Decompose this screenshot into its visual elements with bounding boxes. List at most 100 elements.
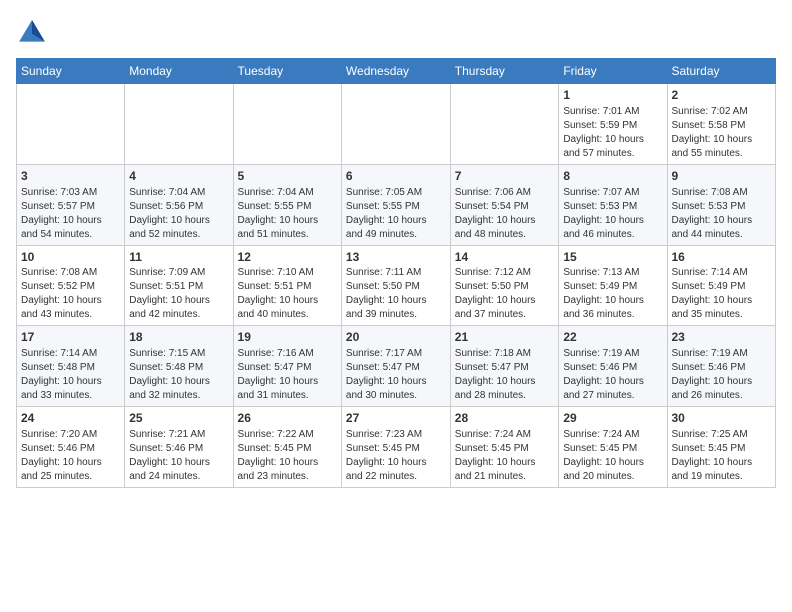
calendar-cell: 28Sunrise: 7:24 AM Sunset: 5:45 PM Dayli… (450, 407, 559, 488)
day-info: Sunrise: 7:07 AM Sunset: 5:53 PM Dayligh… (563, 186, 662, 242)
weekday-header-tuesday: Tuesday (233, 59, 341, 84)
calendar-week-4: 17Sunrise: 7:14 AM Sunset: 5:48 PM Dayli… (17, 326, 776, 407)
day-info: Sunrise: 7:13 AM Sunset: 5:49 PM Dayligh… (563, 266, 662, 322)
calendar-cell (341, 84, 450, 165)
calendar-cell: 27Sunrise: 7:23 AM Sunset: 5:45 PM Dayli… (341, 407, 450, 488)
day-info: Sunrise: 7:05 AM Sunset: 5:55 PM Dayligh… (346, 186, 446, 242)
day-number: 12 (238, 249, 337, 266)
calendar-cell: 11Sunrise: 7:09 AM Sunset: 5:51 PM Dayli… (125, 245, 233, 326)
day-info: Sunrise: 7:15 AM Sunset: 5:48 PM Dayligh… (129, 347, 228, 403)
calendar-cell: 18Sunrise: 7:15 AM Sunset: 5:48 PM Dayli… (125, 326, 233, 407)
day-number: 27 (346, 410, 446, 427)
day-number: 2 (672, 87, 772, 104)
day-info: Sunrise: 7:25 AM Sunset: 5:45 PM Dayligh… (672, 428, 772, 484)
day-info: Sunrise: 7:23 AM Sunset: 5:45 PM Dayligh… (346, 428, 446, 484)
calendar-cell: 3Sunrise: 7:03 AM Sunset: 5:57 PM Daylig… (17, 164, 125, 245)
calendar-cell (450, 84, 559, 165)
calendar-cell (17, 84, 125, 165)
weekday-header-friday: Friday (559, 59, 667, 84)
calendar-cell: 19Sunrise: 7:16 AM Sunset: 5:47 PM Dayli… (233, 326, 341, 407)
calendar-cell: 17Sunrise: 7:14 AM Sunset: 5:48 PM Dayli… (17, 326, 125, 407)
day-number: 15 (563, 249, 662, 266)
day-number: 22 (563, 329, 662, 346)
day-info: Sunrise: 7:14 AM Sunset: 5:49 PM Dayligh… (672, 266, 772, 322)
day-number: 14 (455, 249, 555, 266)
day-number: 25 (129, 410, 228, 427)
calendar-cell: 10Sunrise: 7:08 AM Sunset: 5:52 PM Dayli… (17, 245, 125, 326)
day-number: 29 (563, 410, 662, 427)
calendar-week-1: 1Sunrise: 7:01 AM Sunset: 5:59 PM Daylig… (17, 84, 776, 165)
day-info: Sunrise: 7:09 AM Sunset: 5:51 PM Dayligh… (129, 266, 228, 322)
calendar-week-3: 10Sunrise: 7:08 AM Sunset: 5:52 PM Dayli… (17, 245, 776, 326)
weekday-header-sunday: Sunday (17, 59, 125, 84)
day-info: Sunrise: 7:16 AM Sunset: 5:47 PM Dayligh… (238, 347, 337, 403)
weekday-header-row: SundayMondayTuesdayWednesdayThursdayFrid… (17, 59, 776, 84)
day-number: 11 (129, 249, 228, 266)
day-info: Sunrise: 7:08 AM Sunset: 5:53 PM Dayligh… (672, 186, 772, 242)
day-info: Sunrise: 7:03 AM Sunset: 5:57 PM Dayligh… (21, 186, 120, 242)
logo-icon (16, 16, 48, 48)
day-info: Sunrise: 7:17 AM Sunset: 5:47 PM Dayligh… (346, 347, 446, 403)
calendar-cell: 21Sunrise: 7:18 AM Sunset: 5:47 PM Dayli… (450, 326, 559, 407)
calendar-cell: 29Sunrise: 7:24 AM Sunset: 5:45 PM Dayli… (559, 407, 667, 488)
day-info: Sunrise: 7:04 AM Sunset: 5:56 PM Dayligh… (129, 186, 228, 242)
day-number: 20 (346, 329, 446, 346)
day-number: 3 (21, 168, 120, 185)
calendar-cell: 26Sunrise: 7:22 AM Sunset: 5:45 PM Dayli… (233, 407, 341, 488)
calendar-week-5: 24Sunrise: 7:20 AM Sunset: 5:46 PM Dayli… (17, 407, 776, 488)
calendar-cell: 15Sunrise: 7:13 AM Sunset: 5:49 PM Dayli… (559, 245, 667, 326)
day-info: Sunrise: 7:19 AM Sunset: 5:46 PM Dayligh… (672, 347, 772, 403)
calendar-week-2: 3Sunrise: 7:03 AM Sunset: 5:57 PM Daylig… (17, 164, 776, 245)
calendar-cell: 30Sunrise: 7:25 AM Sunset: 5:45 PM Dayli… (667, 407, 776, 488)
calendar-cell (233, 84, 341, 165)
calendar-cell: 7Sunrise: 7:06 AM Sunset: 5:54 PM Daylig… (450, 164, 559, 245)
day-info: Sunrise: 7:04 AM Sunset: 5:55 PM Dayligh… (238, 186, 337, 242)
calendar-cell (125, 84, 233, 165)
day-number: 7 (455, 168, 555, 185)
calendar-cell: 14Sunrise: 7:12 AM Sunset: 5:50 PM Dayli… (450, 245, 559, 326)
day-number: 26 (238, 410, 337, 427)
day-number: 17 (21, 329, 120, 346)
day-info: Sunrise: 7:10 AM Sunset: 5:51 PM Dayligh… (238, 266, 337, 322)
day-number: 23 (672, 329, 772, 346)
day-number: 8 (563, 168, 662, 185)
day-info: Sunrise: 7:08 AM Sunset: 5:52 PM Dayligh… (21, 266, 120, 322)
calendar-cell: 23Sunrise: 7:19 AM Sunset: 5:46 PM Dayli… (667, 326, 776, 407)
calendar-cell: 1Sunrise: 7:01 AM Sunset: 5:59 PM Daylig… (559, 84, 667, 165)
day-info: Sunrise: 7:24 AM Sunset: 5:45 PM Dayligh… (563, 428, 662, 484)
calendar-body: 1Sunrise: 7:01 AM Sunset: 5:59 PM Daylig… (17, 84, 776, 488)
day-number: 21 (455, 329, 555, 346)
calendar-cell: 13Sunrise: 7:11 AM Sunset: 5:50 PM Dayli… (341, 245, 450, 326)
calendar-cell: 6Sunrise: 7:05 AM Sunset: 5:55 PM Daylig… (341, 164, 450, 245)
day-info: Sunrise: 7:21 AM Sunset: 5:46 PM Dayligh… (129, 428, 228, 484)
day-info: Sunrise: 7:12 AM Sunset: 5:50 PM Dayligh… (455, 266, 555, 322)
day-number: 5 (238, 168, 337, 185)
day-number: 9 (672, 168, 772, 185)
day-number: 30 (672, 410, 772, 427)
page-header (16, 16, 776, 48)
day-number: 10 (21, 249, 120, 266)
day-info: Sunrise: 7:24 AM Sunset: 5:45 PM Dayligh… (455, 428, 555, 484)
weekday-header-monday: Monday (125, 59, 233, 84)
day-info: Sunrise: 7:18 AM Sunset: 5:47 PM Dayligh… (455, 347, 555, 403)
day-number: 18 (129, 329, 228, 346)
day-number: 28 (455, 410, 555, 427)
day-info: Sunrise: 7:20 AM Sunset: 5:46 PM Dayligh… (21, 428, 120, 484)
calendar-cell: 12Sunrise: 7:10 AM Sunset: 5:51 PM Dayli… (233, 245, 341, 326)
day-info: Sunrise: 7:02 AM Sunset: 5:58 PM Dayligh… (672, 105, 772, 161)
calendar-table: SundayMondayTuesdayWednesdayThursdayFrid… (16, 58, 776, 488)
day-number: 19 (238, 329, 337, 346)
calendar-cell: 5Sunrise: 7:04 AM Sunset: 5:55 PM Daylig… (233, 164, 341, 245)
logo (16, 16, 52, 48)
day-number: 24 (21, 410, 120, 427)
day-info: Sunrise: 7:22 AM Sunset: 5:45 PM Dayligh… (238, 428, 337, 484)
calendar-cell: 24Sunrise: 7:20 AM Sunset: 5:46 PM Dayli… (17, 407, 125, 488)
calendar-header: SundayMondayTuesdayWednesdayThursdayFrid… (17, 59, 776, 84)
calendar-cell: 9Sunrise: 7:08 AM Sunset: 5:53 PM Daylig… (667, 164, 776, 245)
weekday-header-saturday: Saturday (667, 59, 776, 84)
day-number: 1 (563, 87, 662, 104)
calendar-cell: 2Sunrise: 7:02 AM Sunset: 5:58 PM Daylig… (667, 84, 776, 165)
day-info: Sunrise: 7:11 AM Sunset: 5:50 PM Dayligh… (346, 266, 446, 322)
day-number: 4 (129, 168, 228, 185)
weekday-header-wednesday: Wednesday (341, 59, 450, 84)
